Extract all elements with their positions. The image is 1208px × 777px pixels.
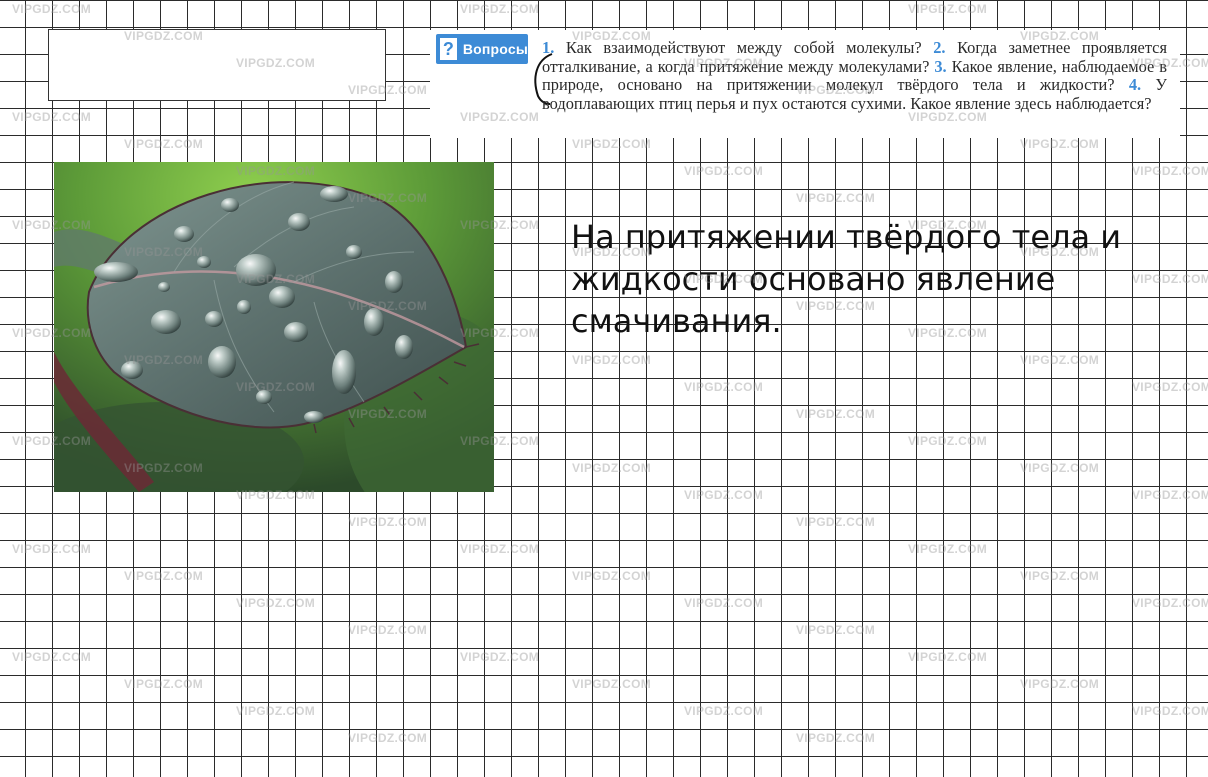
watermark-text: VIPGDZ.COM — [1020, 461, 1100, 475]
watermark-text: VIPGDZ.COM — [124, 137, 204, 151]
watermark-text: VIPGDZ.COM — [1020, 353, 1100, 367]
watermark-text: VIPGDZ.COM — [348, 515, 428, 529]
watermark-text: VIPGDZ.COM — [908, 434, 988, 448]
watermark-text: VIPGDZ.COM — [348, 731, 428, 745]
leaf-with-water-drops-photo — [54, 162, 494, 492]
watermark-text: VIPGDZ.COM — [796, 623, 876, 637]
watermark-text: VIPGDZ.COM — [1020, 677, 1100, 691]
watermark-text: VIPGDZ.COM — [12, 2, 92, 16]
watermark-text: VIPGDZ.COM — [572, 677, 652, 691]
watermark-text: VIPGDZ.COM — [796, 407, 876, 421]
watermark-text: VIPGDZ.COM — [684, 380, 764, 394]
watermark-text: VIPGDZ.COM — [908, 650, 988, 664]
watermark-text: VIPGDZ.COM — [1132, 380, 1208, 394]
watermark-text: VIPGDZ.COM — [572, 353, 652, 367]
watermark-text: VIPGDZ.COM — [124, 569, 204, 583]
blank-answer-box — [48, 29, 386, 101]
watermark-text: VIPGDZ.COM — [12, 650, 92, 664]
watermark-text: VIPGDZ.COM — [1132, 704, 1208, 718]
watermark-text: VIPGDZ.COM — [908, 2, 988, 16]
watermark-text: VIPGDZ.COM — [684, 596, 764, 610]
watermark-text: VIPGDZ.COM — [796, 515, 876, 529]
watermark-text: VIPGDZ.COM — [12, 110, 92, 124]
watermark-text: VIPGDZ.COM — [684, 488, 764, 502]
question-number-3: 3. — [934, 56, 947, 76]
questions-badge-label: Вопросы — [462, 41, 528, 57]
questions-block: ? Вопросы 1. Как взаимодействуют между с… — [430, 30, 1180, 138]
watermark-text: VIPGDZ.COM — [572, 137, 652, 151]
watermark-text: VIPGDZ.COM — [572, 569, 652, 583]
watermark-text: VIPGDZ.COM — [1020, 569, 1100, 583]
watermark-text: VIPGDZ.COM — [460, 542, 540, 556]
watermark-text: VIPGDZ.COM — [236, 596, 316, 610]
watermark-text: VIPGDZ.COM — [236, 704, 316, 718]
watermark-text: VIPGDZ.COM — [348, 623, 428, 637]
watermark-text: VIPGDZ.COM — [684, 704, 764, 718]
watermark-text: VIPGDZ.COM — [1132, 164, 1208, 178]
watermark-text: VIPGDZ.COM — [1132, 488, 1208, 502]
watermark-text: VIPGDZ.COM — [1132, 596, 1208, 610]
watermark-text: VIPGDZ.COM — [124, 677, 204, 691]
watermark-text: VIPGDZ.COM — [12, 542, 92, 556]
question-number-1: 1. — [542, 38, 555, 57]
leaf-illustration — [54, 162, 494, 492]
watermark-text: VIPGDZ.COM — [684, 164, 764, 178]
question-number-4: 4. — [1128, 75, 1142, 94]
watermark-text: VIPGDZ.COM — [796, 731, 876, 745]
questions-text: 1. Как взаимодействуют между собой молек… — [542, 38, 1167, 113]
watermark-text: VIPGDZ.COM — [1020, 137, 1100, 151]
watermark-text: VIPGDZ.COM — [796, 191, 876, 205]
question-1: Как взаимодействуют между собой молекулы… — [565, 38, 922, 57]
answer-text: На притяжении твёрдого тела и жидкости о… — [571, 218, 1122, 340]
watermark-text: VIPGDZ.COM — [460, 2, 540, 16]
watermark-text: VIPGDZ.COM — [908, 542, 988, 556]
question-number-2: 2. — [933, 38, 946, 57]
questions-badge: ? Вопросы — [436, 34, 528, 64]
watermark-text: VIPGDZ.COM — [460, 650, 540, 664]
watermark-text: VIPGDZ.COM — [572, 461, 652, 475]
question-mark-icon: ? — [440, 38, 457, 60]
